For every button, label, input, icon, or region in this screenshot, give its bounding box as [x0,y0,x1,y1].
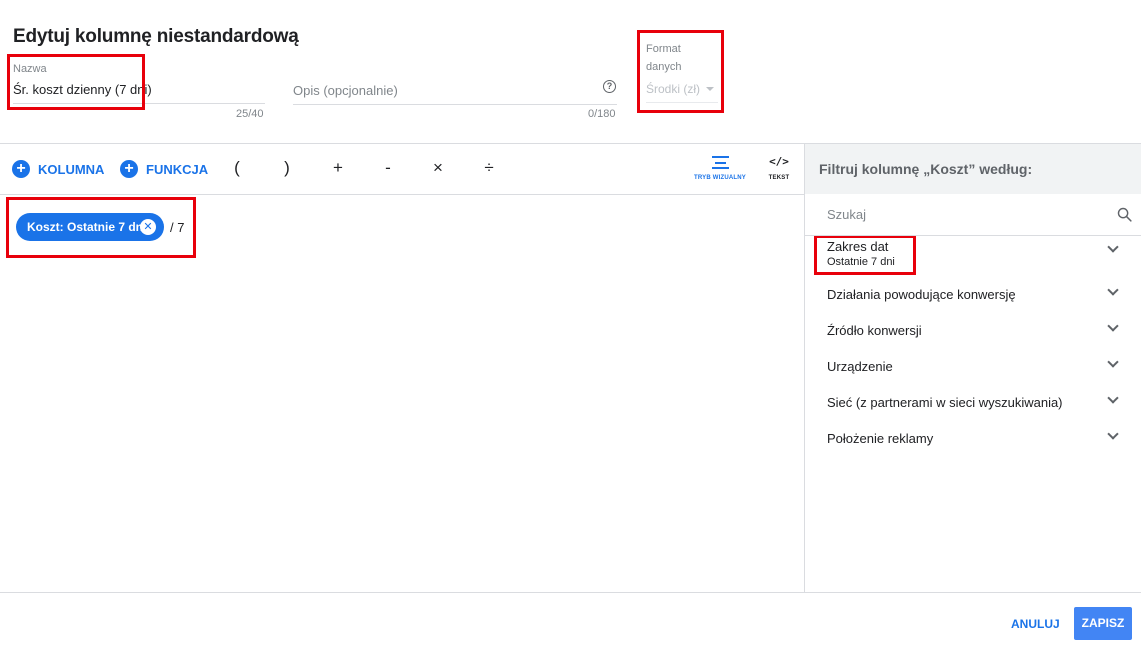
multiply-button[interactable]: × [428,158,448,178]
plus-button[interactable]: + [328,158,348,178]
filter-item-label: Sieć (z partnerami w sieci wyszukiwania) [827,395,1063,410]
description-counter: 0/180 [588,108,616,120]
description-field[interactable]: Opis (opcjonalnie) ? [293,78,617,113]
search-divider [805,235,1141,236]
add-function-button[interactable]: + FUNKCJA [120,160,208,178]
filter-item-label: Źródło konwersji [827,323,922,338]
filter-panel-title: Filtruj kolumnę „Koszt” według: [819,161,1033,177]
footer-divider [0,592,1141,593]
filter-item-label: Działania powodujące konwersję [827,287,1016,302]
highlight-box-name [7,54,145,110]
remove-chip-icon[interactable]: ✕ [140,219,156,235]
close-paren-button[interactable]: ) [277,158,297,178]
filter-item-conversion-source[interactable]: Źródło konwersji [827,320,1127,338]
filter-item-label: Położenie reklamy [827,431,934,446]
add-column-label: KOLUMNA [38,161,105,177]
filter-item-ad-position[interactable]: Położenie reklamy [827,428,1127,446]
filter-item-date-range[interactable]: Zakres dat Ostatnie 7 dni [827,239,1127,268]
save-button[interactable]: ZAPISZ [1074,607,1132,640]
panel-divider [804,143,805,592]
minus-button[interactable]: - [378,158,398,178]
open-paren-button[interactable]: ( [227,158,247,178]
cost-column-chip[interactable]: Koszt: Ostatnie 7 dni ✕ [16,213,164,241]
search-icon[interactable] [1116,206,1133,223]
add-circle-icon: + [12,160,30,178]
highlight-box-format [637,30,724,113]
filter-panel-header: Filtruj kolumnę „Koszt” według: [805,144,1141,194]
name-counter: 25/40 [236,108,264,120]
visual-mode-icon [711,156,729,169]
filter-item-device[interactable]: Urządzenie [827,356,1127,374]
toolbar-divider [0,194,805,195]
filter-item-label: Urządzenie [827,359,893,374]
filter-item-conversion-actions[interactable]: Działania powodujące konwersję [827,284,1127,302]
filter-item-sublabel: Ostatnie 7 dni [827,256,895,268]
text-mode-label: TEKST [768,175,790,181]
help-icon[interactable]: ? [603,80,616,93]
add-column-button[interactable]: + KOLUMNA [12,160,104,178]
dialog-title: Edytuj kolumnę niestandardową [13,26,299,47]
formula-suffix[interactable]: / 7 [170,220,184,235]
code-icon: </> [769,155,789,168]
add-function-label: FUNKCJA [146,161,209,177]
chip-label: Koszt: Ostatnie 7 dni [27,220,147,234]
visual-mode-label: TRYB WIZUALNY [693,175,747,181]
text-mode-button[interactable]: </> TEKST [762,154,796,181]
filter-item-network[interactable]: Sieć (z partnerami w sieci wyszukiwania) [827,392,1127,410]
visual-mode-button[interactable]: TRYB WIZUALNY [688,154,752,181]
divide-button[interactable]: ÷ [479,158,499,178]
description-underline [293,104,617,105]
description-placeholder[interactable]: Opis (opcjonalnie) [293,83,398,98]
add-circle-icon: + [120,160,138,178]
filter-item-label: Zakres dat [827,239,889,254]
filter-search-input[interactable]: Szukaj [827,207,866,222]
cancel-button[interactable]: ANULUJ [1011,617,1060,631]
